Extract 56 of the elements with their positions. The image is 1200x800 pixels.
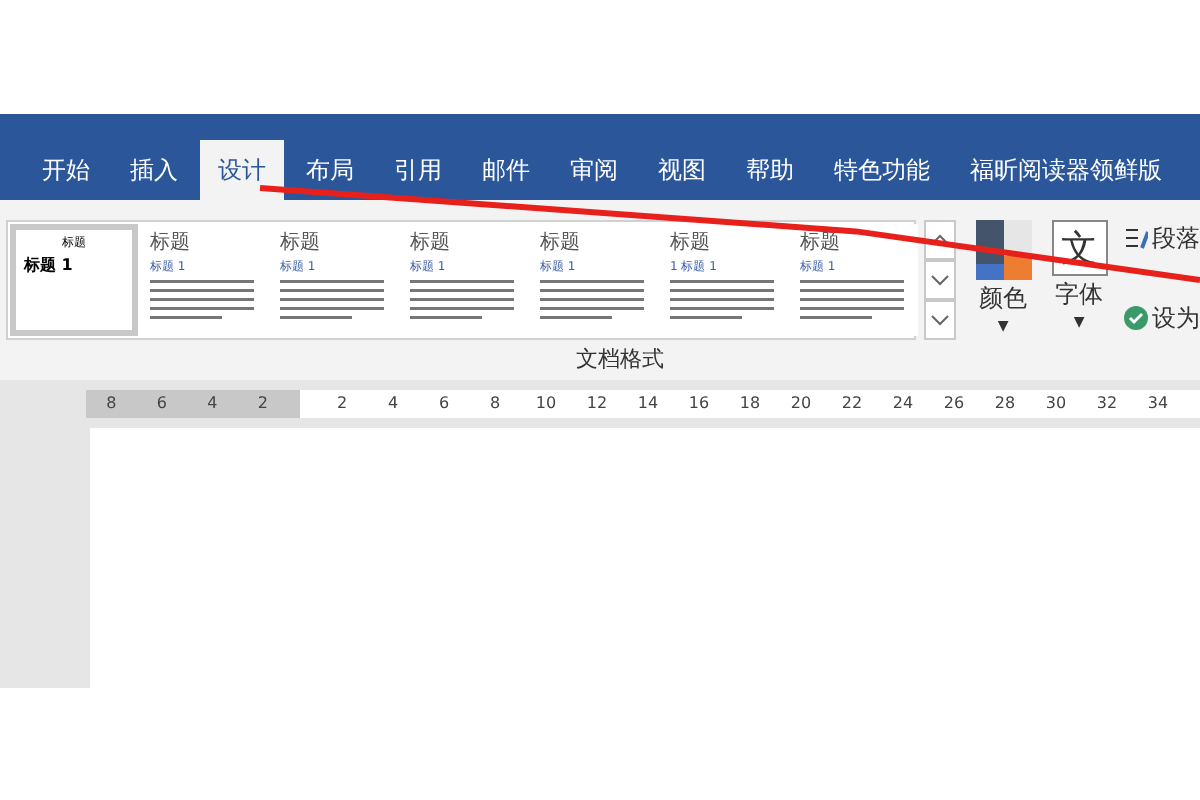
ribbon-tab[interactable]: 邮件 — [464, 140, 548, 200]
scroll-down-button[interactable] — [924, 260, 956, 300]
ruler-number: 30 — [1043, 392, 1069, 416]
ruler-number: 8 — [487, 392, 503, 416]
title-text: 标题 — [410, 234, 452, 254]
ribbon-tab[interactable]: 福昕阅读器领鲜版 — [952, 140, 1180, 200]
ruler-number: 18 — [737, 392, 763, 416]
ruler-number: 10 — [533, 392, 559, 416]
body-text-lines-drawing — [410, 280, 514, 324]
group-label: 文档格式 — [574, 343, 664, 375]
body-text-lines-drawing — [540, 280, 644, 324]
title-text: 标题 — [800, 234, 842, 254]
ruler-number: 16 — [686, 392, 712, 416]
body-text-lines-drawing — [670, 280, 774, 324]
body-text-lines-drawing — [800, 280, 904, 324]
ruler-number: 4 — [385, 392, 401, 416]
title-text: 标题 — [280, 234, 322, 254]
ruler-number: 2 — [255, 392, 270, 416]
ruler-number: 34 — [1145, 392, 1171, 416]
color-swatch-icon — [975, 220, 1032, 280]
paragraph-spacing-button[interactable]: 段落 — [1124, 220, 1200, 256]
ribbon-tab[interactable]: 引用 — [376, 140, 460, 200]
ruler-number: 28 — [992, 392, 1018, 416]
ribbon-tab[interactable]: 布局 — [288, 140, 372, 200]
ruler-number: 24 — [890, 392, 916, 416]
ruler-number: 14 — [635, 392, 661, 416]
ruler-number: 6 — [154, 392, 169, 416]
more-button[interactable] — [924, 300, 956, 340]
title-text: 标题 — [540, 234, 582, 254]
heading-text: 标题 1 — [24, 258, 75, 274]
paragraph-spacing-icon — [1124, 226, 1148, 250]
ruler-number: 26 — [941, 392, 967, 416]
ribbon-tab[interactable]: 设计 — [200, 140, 284, 200]
chevron-down-icon — [930, 274, 950, 286]
chevron-up-icon — [930, 234, 950, 246]
check-icon — [1124, 306, 1148, 330]
ruler-number: 2 — [334, 392, 350, 416]
ruler-number: 8 — [104, 392, 119, 416]
ruler-number: 32 — [1094, 392, 1120, 416]
set-default-button[interactable]: 设为 — [1124, 300, 1200, 336]
ruler-number: 20 — [788, 392, 814, 416]
ribbon-tab[interactable]: 开始 — [24, 140, 108, 200]
ruler-number: 12 — [584, 392, 610, 416]
ribbon-tab[interactable]: 特色功能 — [816, 140, 948, 200]
chevron-down-icon — [930, 314, 950, 326]
ribbon-tab[interactable]: 插入 — [112, 140, 196, 200]
body-text-lines-drawing — [280, 280, 384, 324]
ribbon-tab[interactable]: 审阅 — [552, 140, 636, 200]
ruler-number: 22 — [839, 392, 865, 416]
ribbon-tab[interactable]: 帮助 — [728, 140, 812, 200]
ruler-number: 4 — [205, 392, 220, 416]
title-text: 标题 — [670, 234, 712, 254]
body-text-lines-drawing — [150, 280, 254, 324]
title-text: 标题 — [150, 234, 192, 254]
ruler-number: 6 — [436, 392, 452, 416]
ribbon-tab[interactable]: 视图 — [640, 140, 724, 200]
